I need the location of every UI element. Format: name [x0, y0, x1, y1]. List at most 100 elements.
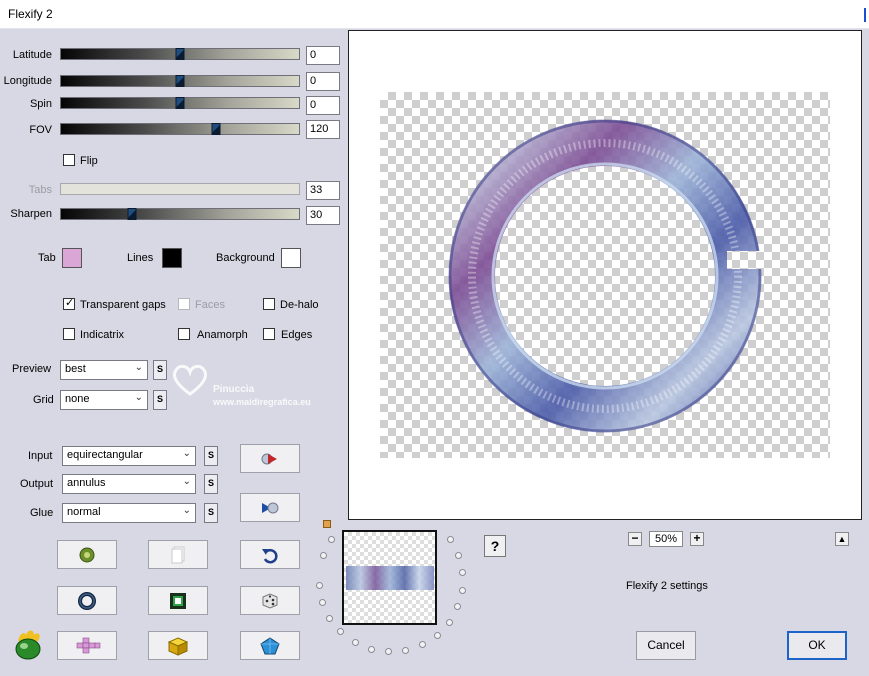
longitude-thumb[interactable] — [175, 75, 185, 87]
watermark: Pinuccia www.maidiregrafica.eu — [170, 360, 350, 416]
zoom-out-button[interactable]: − — [628, 532, 642, 546]
navigator-dot — [367, 645, 375, 653]
glue-select[interactable]: normal ⌄ — [62, 503, 196, 523]
edges-checkbox[interactable] — [263, 328, 275, 340]
edges-label: Edges — [281, 329, 313, 341]
flip-checkbox[interactable] — [63, 154, 75, 166]
sharpen-value[interactable]: 30 — [306, 206, 340, 225]
navigator-dot — [419, 641, 427, 649]
window-title: Flexify 2 — [8, 7, 53, 21]
transparent-gaps-checkbox[interactable]: ✓ — [63, 297, 75, 310]
flaming-pear-logo-icon — [15, 630, 41, 660]
lines-color-swatch[interactable] — [162, 248, 182, 268]
de-halo-checkbox[interactable] — [263, 298, 275, 310]
navigator-thumbnail[interactable] — [342, 530, 437, 625]
play-blue-icon — [262, 502, 279, 513]
fov-slider[interactable] — [60, 123, 300, 135]
navigator-dot — [447, 536, 455, 544]
sharpen-slider[interactable] — [60, 208, 300, 220]
grid-label: Grid — [33, 394, 54, 406]
latitude-value[interactable]: 0 — [306, 46, 340, 65]
ok-button[interactable]: OK — [787, 631, 847, 660]
navigator-dot — [319, 598, 327, 606]
grid-s-button[interactable]: S — [153, 390, 167, 410]
preview-panel[interactable] — [348, 30, 862, 520]
cross-grid-icon — [76, 637, 101, 653]
undo-button[interactable] — [240, 540, 300, 569]
chevron-down-icon: ⌄ — [134, 392, 143, 403]
square-frame-icon — [170, 592, 186, 609]
load-preset-button[interactable] — [240, 444, 300, 473]
spin-thumb[interactable] — [175, 97, 185, 109]
navigator-dot — [384, 648, 392, 656]
latitude-thumb[interactable] — [175, 48, 185, 60]
cancel-button[interactable]: Cancel — [636, 631, 696, 660]
tab-color-swatch[interactable] — [62, 248, 82, 268]
longitude-value[interactable]: 0 — [306, 72, 340, 91]
longitude-slider[interactable] — [60, 75, 300, 87]
anamorph-label: Anamorph — [197, 329, 248, 341]
cube-icon — [167, 636, 189, 656]
copy-button[interactable] — [148, 540, 208, 569]
title-edge-mark — [864, 8, 866, 22]
navigator-dot — [315, 581, 323, 589]
fov-thumb[interactable] — [211, 123, 221, 135]
glue-s-button[interactable]: S — [204, 503, 218, 523]
output-select[interactable]: annulus ⌄ — [62, 474, 196, 494]
chevron-down-icon: ⌄ — [182, 505, 191, 516]
navigator-dot — [459, 568, 467, 576]
transparent-gaps-label: Transparent gaps — [80, 299, 166, 311]
help-button[interactable]: ? — [484, 535, 506, 557]
indicatrix-checkbox[interactable] — [63, 328, 75, 340]
title-bar: Flexify 2 — [0, 0, 869, 29]
gem-green-icon — [79, 547, 95, 562]
grid-select[interactable]: none ⌄ — [60, 390, 148, 410]
input-select[interactable]: equirectangular ⌄ — [62, 446, 196, 466]
faces-label: Faces — [195, 299, 225, 311]
chevron-down-icon: ⌄ — [182, 448, 191, 459]
fov-value[interactable]: 120 — [306, 120, 340, 139]
settings-label: Flexify 2 settings — [626, 580, 708, 592]
input-s-button[interactable]: S — [204, 446, 218, 466]
watermark-url: www.maidiregrafica.eu — [213, 397, 311, 407]
spin-slider[interactable] — [60, 97, 300, 109]
zoom-level: 50% — [649, 531, 683, 547]
spin-value[interactable]: 0 — [306, 96, 340, 115]
watermark-name: Pinuccia — [213, 384, 255, 395]
output-s-button[interactable]: S — [204, 474, 218, 494]
background-color-swatch[interactable] — [281, 248, 301, 268]
sharpen-thumb[interactable] — [127, 208, 137, 220]
pentagon-gem-icon — [260, 636, 280, 654]
randomize-button[interactable] — [57, 540, 117, 569]
frame-button[interactable] — [148, 586, 208, 615]
tabs-slider — [60, 183, 300, 195]
save-preset-button[interactable] — [240, 493, 300, 522]
undo-arrow-icon — [262, 548, 278, 563]
gem-button[interactable] — [240, 631, 300, 660]
ring-icon — [78, 591, 96, 610]
dice-button[interactable] — [240, 586, 300, 615]
lines-color-label: Lines — [127, 252, 154, 264]
preview-s-button[interactable]: S — [153, 360, 167, 380]
navigator-dot — [433, 631, 441, 639]
output-label: Output — [20, 478, 54, 490]
chevron-down-icon: ⌄ — [182, 476, 191, 487]
collapse-up-button[interactable]: ▲ — [835, 532, 849, 546]
preview-select[interactable]: best ⌄ — [60, 360, 148, 380]
ring-button[interactable] — [57, 586, 117, 615]
tab-color-label: Tab — [38, 252, 56, 264]
checkmark-icon: ✓ — [65, 297, 75, 309]
indicatrix-label: Indicatrix — [80, 329, 125, 341]
latitude-slider[interactable] — [60, 48, 300, 60]
glue-label: Glue — [30, 507, 54, 519]
zoom-in-button[interactable]: + — [690, 532, 704, 546]
input-select-value: equirectangular — [67, 449, 143, 461]
dice-icon — [262, 592, 278, 609]
anamorph-checkbox[interactable] — [178, 328, 190, 340]
longitude-label: Longitude — [3, 75, 52, 87]
cross-shape-button[interactable] — [57, 631, 117, 660]
cube-button[interactable] — [148, 631, 208, 660]
navigator-handle-icon[interactable] — [323, 520, 331, 528]
page-icon — [171, 546, 185, 563]
thumbnail-source-strip — [346, 566, 434, 590]
